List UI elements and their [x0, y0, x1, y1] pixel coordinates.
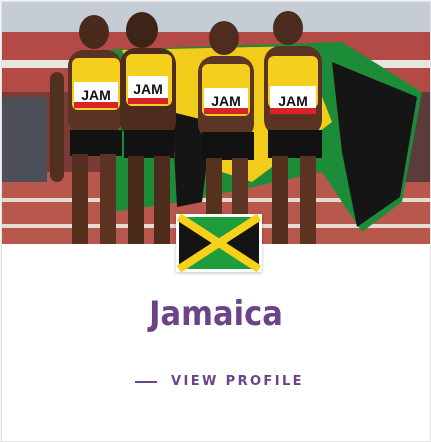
bib-3: JAM [211, 93, 241, 109]
athletes-photo: JAM JAM JAM JAM [2, 2, 430, 244]
country-card[interactable]: JAM JAM JAM JAM Jamaica VIEW PROFILE [1, 1, 431, 442]
country-name: Jamaica [149, 294, 283, 334]
jamaica-flag-icon [176, 214, 262, 272]
dash-icon [135, 380, 157, 383]
bib-2: JAM [133, 81, 163, 97]
bib-4: JAM [278, 93, 308, 109]
view-profile-link[interactable]: VIEW PROFILE [135, 374, 304, 389]
view-profile-label: VIEW PROFILE [171, 374, 304, 389]
bib-1: JAM [81, 87, 111, 103]
